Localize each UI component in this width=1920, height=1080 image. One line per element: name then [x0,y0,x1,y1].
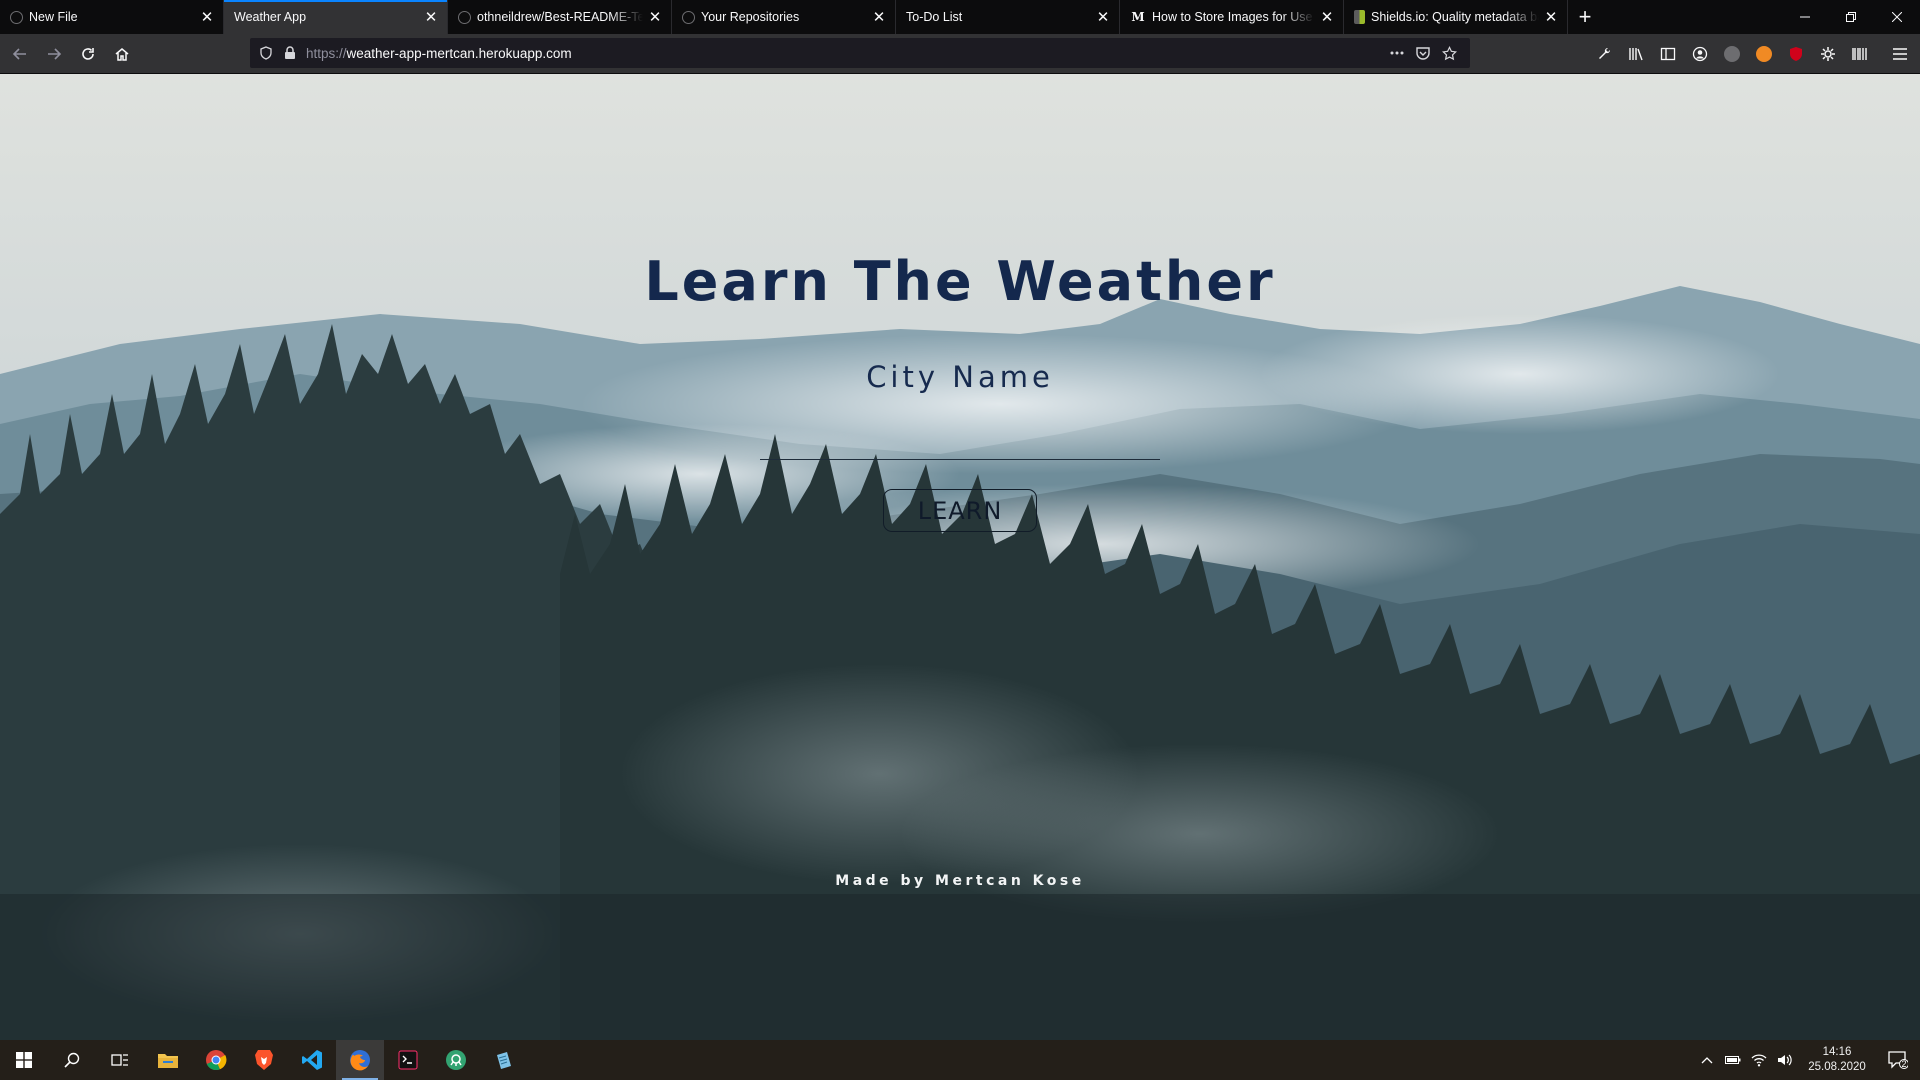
footer-credit: Made by Mertcan Kose [835,873,1085,889]
tab-shields-io[interactable]: Shields.io: Quality metadata badges ✕ [1344,0,1568,34]
orange-extension-icon[interactable] [1748,38,1780,70]
tab-strip: New File ✕ Weather App ✕ othneildrew/Bes… [0,0,1920,34]
tab-new-file[interactable]: New File ✕ [0,0,224,34]
notification-count: 2 [1901,1059,1907,1069]
volume-icon[interactable] [1772,1053,1798,1067]
close-tab-icon[interactable]: ✕ [1543,9,1559,26]
tab-title: Weather App [234,10,307,24]
tab-weather-app[interactable]: Weather App ✕ [224,0,448,34]
tab-title: Your Repositories [701,10,800,24]
ublock-icon[interactable] [1780,38,1812,70]
medium-icon: M [1131,10,1145,24]
hamburger-menu-icon[interactable] [1884,38,1916,70]
firefox-icon[interactable] [336,1040,384,1080]
wrench-icon[interactable] [1588,38,1620,70]
tab-title: How to Store Images for Use in [1152,10,1315,24]
learn-button[interactable]: LEARN [883,489,1037,532]
tab-store-images[interactable]: M How to Store Images for Use in ✕ [1120,0,1344,34]
bookmark-star-icon[interactable] [1436,45,1462,61]
notification-center-icon[interactable]: 2 [1876,1051,1920,1069]
close-tab-icon[interactable]: ✕ [1319,9,1335,26]
task-view-icon[interactable] [96,1040,144,1080]
clock-date: 25.08.2020 [1808,1061,1866,1073]
brave-icon[interactable] [240,1040,288,1080]
tracking-protection-icon[interactable] [258,45,274,61]
wifi-icon[interactable] [1746,1053,1772,1067]
windows-taskbar: 14:16 25.08.2020 2 [0,1040,1920,1080]
navigation-toolbar: https://weather-app-mertcan.herokuapp.co… [0,34,1920,74]
lock-icon[interactable] [282,45,298,61]
minimize-icon[interactable] [1782,0,1828,34]
vscode-icon[interactable] [288,1040,336,1080]
weather-form-container: Learn The Weather City Name LEARN Made b… [0,74,1920,1040]
close-tab-icon[interactable]: ✕ [871,9,887,26]
chevron-up-icon[interactable] [1694,1056,1720,1064]
barcode-extension-icon[interactable] [1844,38,1876,70]
windows-start-icon[interactable] [0,1040,48,1080]
file-explorer-icon[interactable] [144,1040,192,1080]
github-icon [10,10,23,24]
pocket-icon[interactable] [1410,46,1436,60]
tab-title: othneildrew/Best-README-Template [477,10,643,24]
reload-button[interactable] [72,38,104,70]
notepad-icon[interactable] [480,1040,528,1080]
city-name-label: City Name [866,360,1054,394]
toolbar-extensions [1588,34,1920,74]
sidebar-icon[interactable] [1652,38,1684,70]
close-tab-icon[interactable]: ✕ [423,9,439,26]
gitkraken-icon[interactable] [432,1040,480,1080]
page-title: Learn The Weather [644,250,1276,313]
url-host: weather-app-mertcan.herokuapp.com [346,45,572,61]
close-tab-icon[interactable]: ✕ [647,9,663,26]
tab-todo-list[interactable]: To-Do List ✕ [896,0,1120,34]
close-tab-icon[interactable]: ✕ [199,9,215,26]
clock[interactable]: 14:16 25.08.2020 [1798,1045,1876,1075]
clock-time: 14:16 [1822,1046,1852,1058]
battery-icon[interactable] [1720,1055,1746,1065]
web-page: Learn The Weather City Name LEARN Made b… [0,74,1920,1040]
page-actions-icon[interactable] [1384,51,1410,55]
new-tab-button[interactable]: + [1568,0,1602,34]
tab-best-readme[interactable]: othneildrew/Best-README-Template ✕ [448,0,672,34]
terminal-icon[interactable] [384,1040,432,1080]
github-icon [682,10,695,24]
home-button[interactable] [106,38,138,70]
search-icon[interactable] [48,1040,96,1080]
back-button[interactable] [4,38,36,70]
blocker-extension-icon[interactable] [1716,38,1748,70]
tab-title: To-Do List [906,10,963,24]
account-icon[interactable] [1684,38,1716,70]
tab-your-repositories[interactable]: Your Repositories ✕ [672,0,896,34]
url-scheme: https:// [306,45,347,61]
restore-icon[interactable] [1828,0,1874,34]
city-input[interactable] [760,410,1160,460]
system-tray: 14:16 25.08.2020 2 [1694,1040,1920,1080]
tab-title: Shields.io: Quality metadata badges [1371,10,1539,24]
url-text[interactable]: https://weather-app-mertcan.herokuapp.co… [306,46,1384,61]
shields-icon [1354,10,1365,24]
tab-title: New File [29,10,78,24]
close-window-icon[interactable] [1874,0,1920,34]
address-bar[interactable]: https://weather-app-mertcan.herokuapp.co… [250,38,1470,68]
window-controls [1782,0,1920,34]
library-icon[interactable] [1620,38,1652,70]
close-tab-icon[interactable]: ✕ [1095,9,1111,26]
chrome-icon[interactable] [192,1040,240,1080]
forward-button[interactable] [38,38,70,70]
github-icon [458,10,471,24]
gear-extension-icon[interactable] [1812,38,1844,70]
